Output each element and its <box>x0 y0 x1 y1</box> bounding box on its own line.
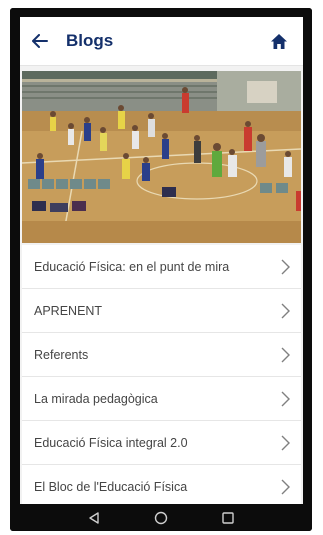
home-button[interactable] <box>267 29 291 53</box>
circle-home-icon <box>154 511 168 524</box>
list-item-label: Educació Física: en el punt de mira <box>34 259 230 274</box>
system-recents-button[interactable] <box>218 508 238 528</box>
list-item[interactable]: La mirada pedagògica <box>22 377 301 421</box>
list-item-label: Referents <box>34 347 89 362</box>
page-title: Blogs <box>66 31 114 50</box>
system-nav-bar <box>10 504 312 531</box>
status-bar <box>10 8 312 17</box>
list-item-label: APRENENT <box>34 303 103 318</box>
app-screen: Blogs Educació Física: en el punt de mir… <box>20 17 303 509</box>
phone: Blogs Educació Física: en el punt de mir… <box>10 8 312 531</box>
chevron-right-icon <box>281 479 290 494</box>
system-back-button[interactable] <box>84 508 104 528</box>
arrow-left-icon <box>32 34 48 48</box>
device-frame: Blogs Educació Física: en el punt de mir… <box>0 0 323 535</box>
list-item-label: El Bloc de l'Educació Física <box>34 479 188 494</box>
chevron-right-icon <box>281 435 290 450</box>
system-home-button[interactable] <box>151 508 171 528</box>
list-item[interactable]: Educació Física integral 2.0 <box>22 421 301 465</box>
list-item-label: Educació Física integral 2.0 <box>34 435 188 450</box>
basketball-court-photo <box>22 71 301 243</box>
list-item[interactable]: APRENENT <box>22 289 301 333</box>
hero-image <box>22 71 301 243</box>
chevron-right-icon <box>281 303 290 318</box>
chevron-right-icon <box>281 259 290 274</box>
list-item[interactable]: El Bloc de l'Educació Física <box>22 465 301 509</box>
blog-list: Educació Física: en el punt de mira APRE… <box>22 245 301 509</box>
app-bar: Blogs <box>20 17 303 66</box>
list-item-label: La mirada pedagògica <box>34 391 158 406</box>
back-button[interactable] <box>20 17 60 66</box>
chevron-right-icon <box>281 347 290 362</box>
square-recents-icon <box>222 511 235 524</box>
triangle-back-icon <box>88 511 99 524</box>
list-item[interactable]: Referents <box>22 333 301 377</box>
home-icon <box>271 33 287 49</box>
chevron-right-icon <box>281 391 290 406</box>
list-item[interactable]: Educació Física: en el punt de mira <box>22 245 301 289</box>
